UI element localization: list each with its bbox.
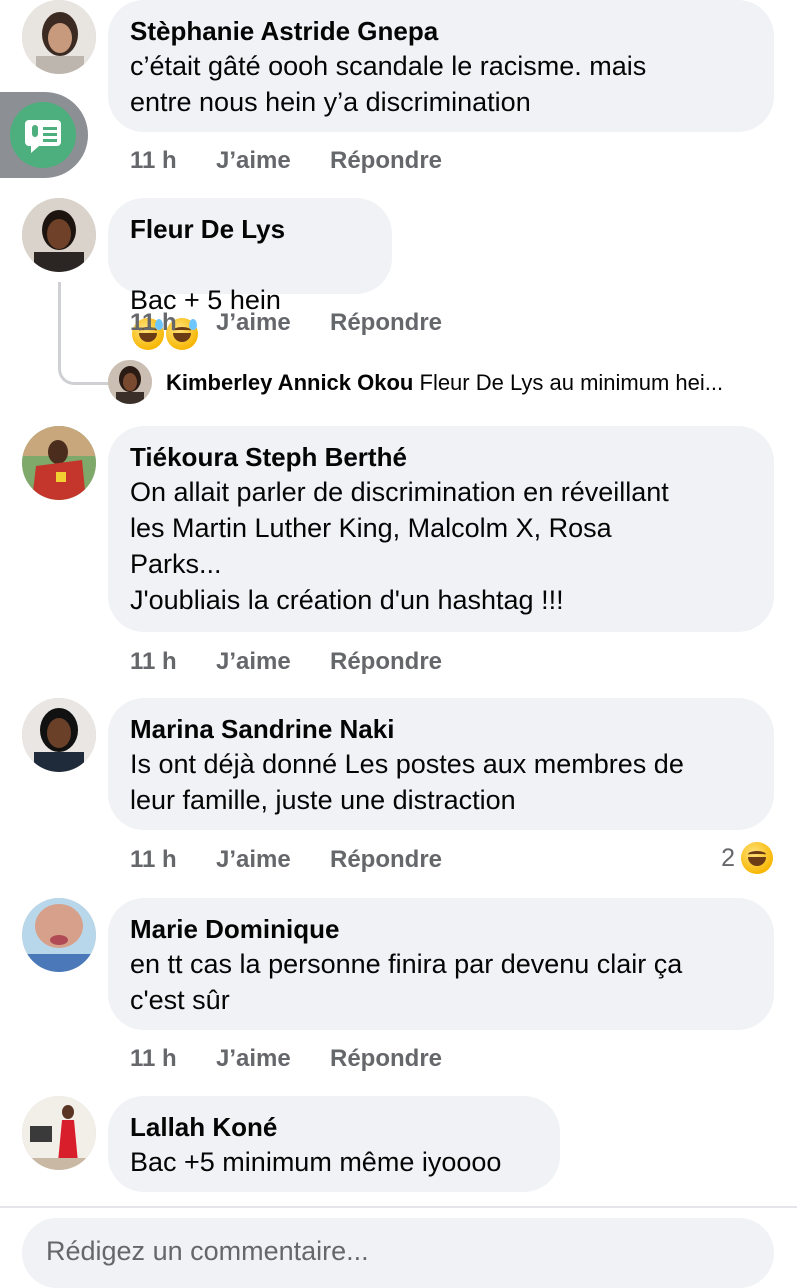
comment-bubble: Marina Sandrine Naki Is ont déjà donné L… xyxy=(108,698,774,830)
comment-time[interactable]: 11 h xyxy=(130,846,216,874)
comment-bubble: Lallah Koné Bac +5 minimum même iyoooo xyxy=(108,1096,560,1192)
voice-text-icon[interactable] xyxy=(10,102,76,168)
comment-text: Bac +5 minimum même iyoooo xyxy=(130,1147,502,1177)
like-button[interactable]: J’aime xyxy=(216,1045,330,1073)
avatar[interactable] xyxy=(22,898,96,972)
voice-typing-tab[interactable] xyxy=(0,92,88,178)
avatar[interactable] xyxy=(22,698,96,772)
comment-author[interactable]: Stèphanie Astride Gnepa xyxy=(130,14,752,48)
composer-divider xyxy=(0,1206,797,1208)
comment-text: en tt cas la personne finira par devenu … xyxy=(130,949,683,1015)
comment-time[interactable]: 11 h xyxy=(130,309,216,337)
laughing-emoji-icon xyxy=(741,842,773,874)
like-button[interactable]: J’aime xyxy=(216,648,330,676)
avatar[interactable] xyxy=(22,426,96,500)
reply-button[interactable]: Répondre xyxy=(330,846,442,874)
comment-input[interactable]: Rédigez un commentaire... xyxy=(22,1218,774,1288)
comment-text-row: Bac + 5 hein xyxy=(130,246,370,354)
comment-actions: 11 h J’aime Répondre xyxy=(130,309,442,337)
like-button[interactable]: J’aime xyxy=(216,147,330,175)
reply-preview-text: Fleur De Lys au minimum hei... xyxy=(419,370,724,395)
comment-actions: 11 h J’aime Répondre xyxy=(130,846,442,874)
comment-author[interactable]: Fleur De Lys xyxy=(130,212,370,246)
comment-author[interactable]: Tiékoura Steph Berthé xyxy=(130,440,752,474)
comment-author[interactable]: Lallah Koné xyxy=(130,1110,538,1144)
like-button[interactable]: J’aime xyxy=(216,309,330,337)
reaction-count: 2 xyxy=(721,843,735,872)
comment-time[interactable]: 11 h xyxy=(130,648,216,676)
comment-time[interactable]: 11 h xyxy=(130,147,216,175)
comment-text: c’était gâté oooh scandale le racisme. m… xyxy=(130,51,647,117)
comment-bubble: Tiékoura Steph Berthé On allait parler d… xyxy=(108,426,774,632)
comment-input-placeholder: Rédigez un commentaire... xyxy=(46,1236,369,1266)
comment-bubble: Stèphanie Astride Gnepa c’était gâté ooo… xyxy=(108,0,774,132)
like-button[interactable]: J’aime xyxy=(216,846,330,874)
reply-button[interactable]: Répondre xyxy=(330,648,442,676)
comment-bubble: Marie Dominique en tt cas la personne fi… xyxy=(108,898,774,1030)
reply-button[interactable]: Répondre xyxy=(330,309,442,337)
comment-text: On allait parler de discrimination en ré… xyxy=(130,477,669,615)
comment-bubble: Fleur De Lys Bac + 5 hein xyxy=(108,198,392,350)
comment-time[interactable]: 11 h xyxy=(130,1045,216,1073)
reply-thread-line xyxy=(58,282,111,385)
comment-actions: 11 h J’aime Répondre xyxy=(130,1045,442,1073)
reaction-summary[interactable]: 2 xyxy=(721,842,773,874)
reply-author[interactable]: Kimberley Annick Okou xyxy=(166,370,413,395)
comment-actions: 11 h J’aime Répondre xyxy=(130,147,442,175)
comment-actions: 11 h J’aime Répondre xyxy=(130,648,442,676)
reply-preview[interactable]: Kimberley Annick Okou Fleur De Lys au mi… xyxy=(166,368,723,398)
avatar[interactable] xyxy=(22,1096,96,1170)
comment-author[interactable]: Marina Sandrine Naki xyxy=(130,712,752,746)
reply-button[interactable]: Répondre xyxy=(330,147,442,175)
avatar[interactable] xyxy=(22,0,96,74)
comment-author[interactable]: Marie Dominique xyxy=(130,912,752,946)
reply-button[interactable]: Répondre xyxy=(330,1045,442,1073)
avatar[interactable] xyxy=(108,360,152,404)
avatar[interactable] xyxy=(22,198,96,272)
comment-text: Is ont déjà donné Les postes aux membres… xyxy=(130,749,684,815)
